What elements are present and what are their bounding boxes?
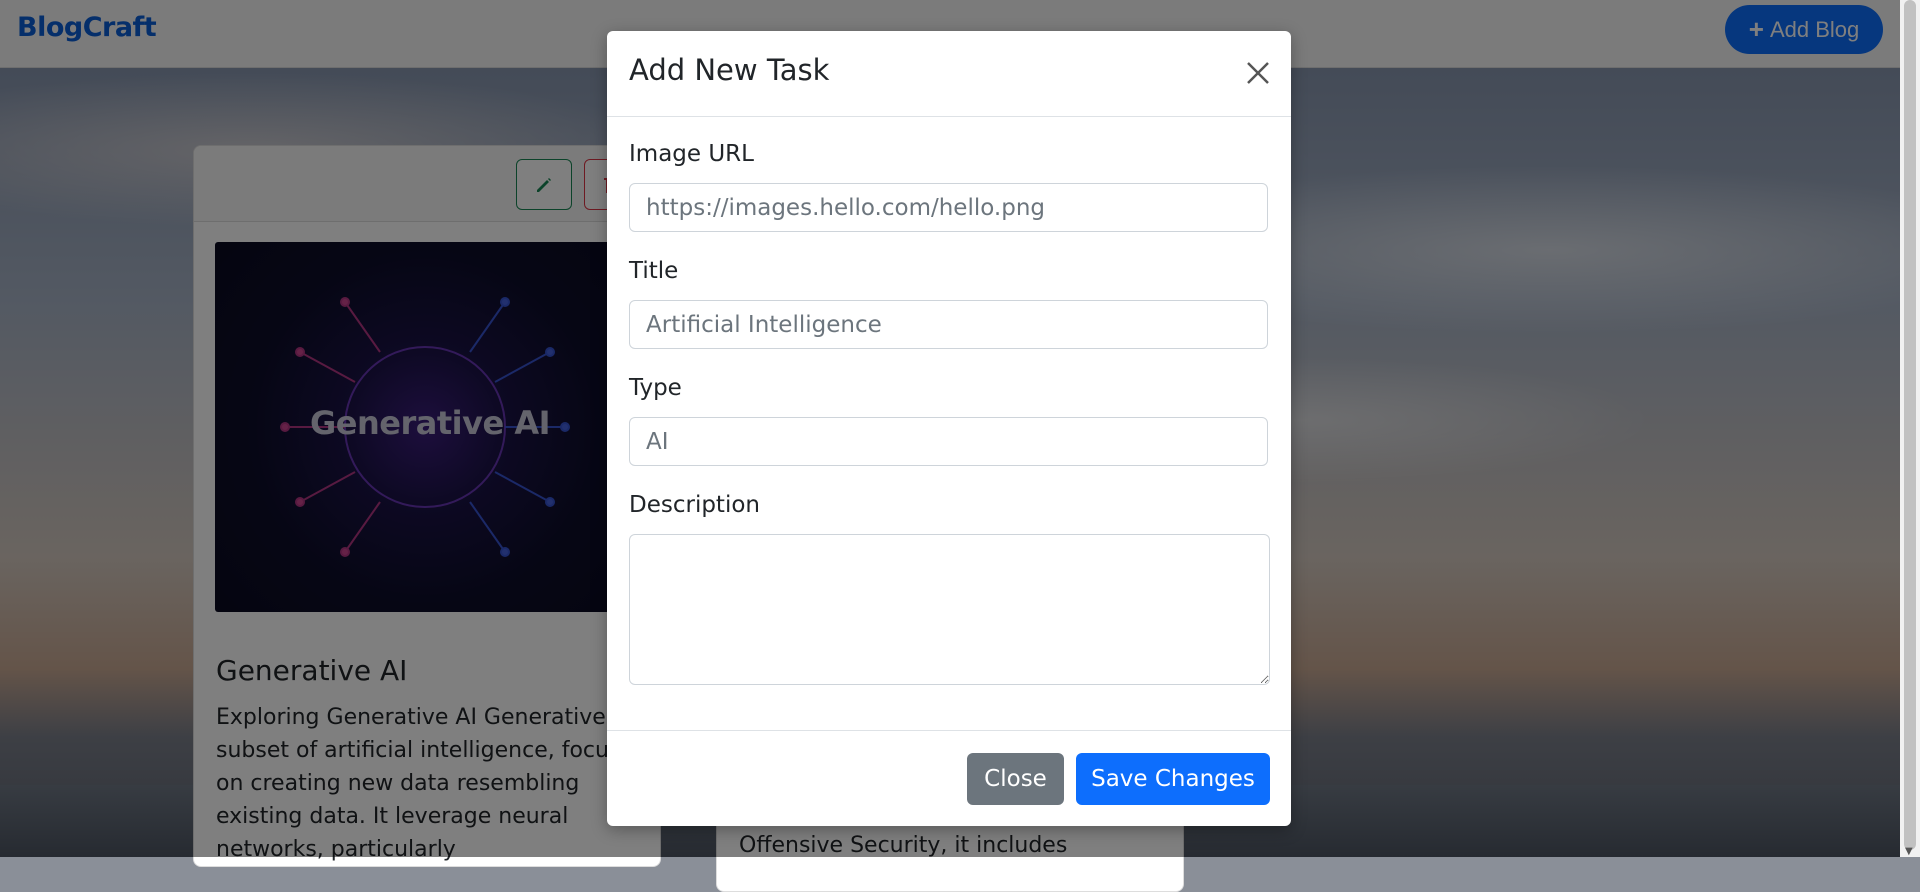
modal-header: Add New Task <box>607 31 1291 117</box>
title-input[interactable] <box>629 300 1268 349</box>
title-label: Title <box>629 258 679 284</box>
close-icon[interactable] <box>1243 58 1273 88</box>
description-label: Description <box>629 492 760 518</box>
type-input[interactable] <box>629 417 1268 466</box>
scrollbar[interactable]: ▼ <box>1900 0 1920 857</box>
description-textarea[interactable] <box>629 534 1270 685</box>
scrollbar-thumb[interactable] <box>1904 0 1916 850</box>
modal-footer: Close Save Changes <box>607 730 1291 827</box>
save-changes-button[interactable]: Save Changes <box>1076 753 1270 805</box>
scroll-down-icon[interactable]: ▼ <box>1905 846 1913 857</box>
image-url-input[interactable] <box>629 183 1268 232</box>
close-button[interactable]: Close <box>967 753 1064 805</box>
image-url-label: Image URL <box>629 141 754 167</box>
add-task-modal: Add New Task Image URL Title Type Descri… <box>607 31 1291 826</box>
type-label: Type <box>629 375 682 401</box>
modal-title: Add New Task <box>629 53 830 87</box>
